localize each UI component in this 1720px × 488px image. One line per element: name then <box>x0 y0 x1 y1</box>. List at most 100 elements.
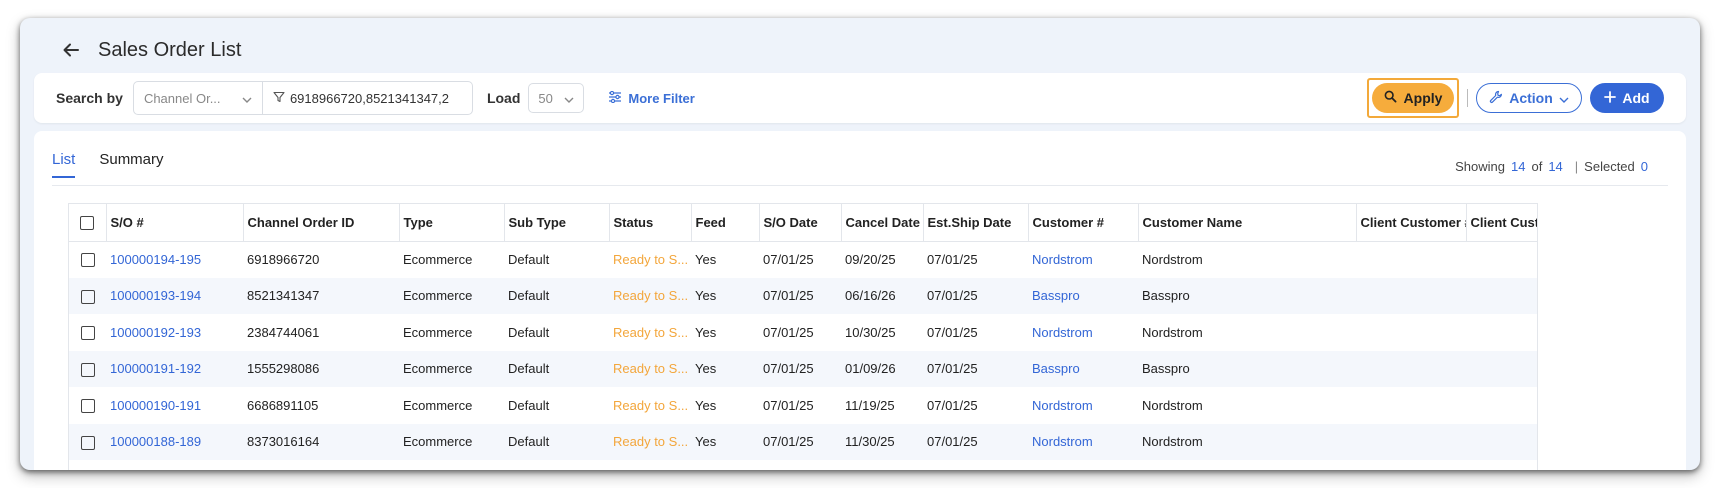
empty-cell <box>1356 314 1466 351</box>
row-select-cell[interactable] <box>69 423 106 460</box>
so-number-link[interactable]: 100000190-191 <box>106 387 243 424</box>
order-type: Ecommerce <box>399 277 504 314</box>
column-header[interactable]: Client Customer # <box>1356 204 1467 242</box>
table-header-row: S/O # Channel Order ID Type Sub Type Sta… <box>69 204 1537 242</box>
column-header[interactable]: Customer # <box>1028 204 1139 242</box>
so-number-link[interactable]: 100000194-195 <box>106 241 243 278</box>
apply-button[interactable]: Apply <box>1372 83 1454 113</box>
so-date: 07/01/25 <box>759 423 841 460</box>
orders-table: S/O # Channel Order ID Type Sub Type Sta… <box>68 203 1538 470</box>
order-type: Ecommerce <box>403 397 473 413</box>
order-sub-type: Default <box>508 397 550 413</box>
table-row[interactable]: 100000188-189 8373016164 Ecommerce Default R… <box>69 423 1537 460</box>
more-filter-button[interactable]: More Filter <box>608 90 695 106</box>
table-row[interactable]: 100000193-194 8521341347 Ecommerce Default R… <box>69 277 1537 314</box>
row-select-cell[interactable] <box>69 314 106 351</box>
row-checkbox[interactable] <box>80 253 95 268</box>
empty-cell <box>1356 350 1466 387</box>
order-status: Ready to S... <box>613 252 689 267</box>
so-number-link[interactable]: 100000192-193 <box>106 314 243 351</box>
load-select-value: 50 <box>538 90 553 106</box>
order-sub-type: Default <box>508 324 550 340</box>
est-ship-date: 07/01/25 <box>927 252 978 267</box>
empty-cell <box>1466 277 1537 314</box>
table-row[interactable]: 100000191-192 1555298086 Ecommerce Default R… <box>69 350 1537 387</box>
back-arrow-icon[interactable] <box>60 39 82 61</box>
tab-list[interactable]: List <box>52 151 76 178</box>
order-status: Ready to S... <box>613 324 689 340</box>
channel-order-id: 8373016164 <box>243 423 399 460</box>
table-row[interactable]: 100000190-191 6686891105 Ecommerce Default R… <box>69 387 1537 424</box>
list-panel: List Summary Showing 14 of 14 | Selected… <box>34 131 1686 470</box>
row-checkbox[interactable] <box>80 362 95 377</box>
column-header[interactable]: Feed <box>691 204 760 242</box>
so-number-link[interactable]: 100000188-189 <box>106 423 243 460</box>
so-date: 07/01/25 <box>763 252 814 267</box>
so-date: 07/01/25 <box>759 350 841 387</box>
row-checkbox[interactable] <box>80 399 95 414</box>
column-header[interactable]: Customer Name <box>1138 204 1357 242</box>
customer-number-link[interactable]: Basspro <box>1028 277 1138 314</box>
selected-label: Selected <box>1584 159 1635 174</box>
cancel-date: 09/20/25 <box>845 252 896 267</box>
filter-input-value: 6918966720,8521341347,2 <box>289 90 449 106</box>
channel-field-select[interactable]: Channel Or... <box>132 81 263 115</box>
of-label: of <box>1531 159 1543 174</box>
row-checkbox[interactable] <box>80 326 95 341</box>
order-type: Ecommerce <box>399 350 504 387</box>
channel-order-id: 8521341347 <box>243 277 399 314</box>
action-button[interactable]: Action <box>1476 83 1582 113</box>
est-ship-date: 07/01/25 <box>923 423 1028 460</box>
empty-cell <box>1466 423 1537 460</box>
column-header[interactable]: Sub Type <box>504 204 610 242</box>
est-ship-date: 07/01/25 <box>923 350 1028 387</box>
header-select-all[interactable] <box>69 204 107 242</box>
column-header[interactable]: Status <box>609 204 692 242</box>
customer-number-link[interactable]: Basspro <box>1028 350 1138 387</box>
tabs-divider <box>52 185 1668 186</box>
add-label: Add <box>1622 90 1650 106</box>
order-status: Ready to S... <box>613 397 689 413</box>
feed-flag: Yes <box>695 252 717 267</box>
row-select-cell[interactable] <box>69 387 106 424</box>
column-header[interactable]: Type <box>399 204 505 242</box>
order-sub-type: Default <box>508 252 550 267</box>
cancel-date: 11/30/25 <box>841 423 923 460</box>
row-select-cell[interactable] <box>69 241 106 278</box>
column-header[interactable]: Est.Ship Date <box>923 204 1029 242</box>
column-header[interactable]: S/O # <box>106 204 244 242</box>
column-header[interactable]: Cancel Date <box>841 204 924 242</box>
customer-number-link[interactable]: Nordstrom <box>1028 423 1138 460</box>
search-by-label: Search by <box>56 90 123 106</box>
search-icon <box>1384 90 1397 106</box>
add-button[interactable]: Add <box>1590 83 1664 113</box>
order-type: Ecommerce <box>403 252 473 267</box>
so-number-link[interactable]: 100000193-194 <box>106 277 243 314</box>
row-checkbox[interactable] <box>80 435 95 450</box>
row-select-cell[interactable] <box>69 350 106 387</box>
row-select-cell[interactable] <box>69 277 106 314</box>
customer-number-link[interactable]: Nordstrom <box>1028 387 1138 424</box>
so-number-link[interactable]: 100000191-192 <box>106 350 243 387</box>
empty-cell <box>1466 314 1537 351</box>
order-status: Ready to S... <box>609 423 691 460</box>
load-count-select[interactable]: 50 <box>528 83 585 113</box>
row-checkbox[interactable] <box>80 289 95 304</box>
chevron-down-icon <box>1559 90 1569 106</box>
apply-label: Apply <box>1403 90 1443 106</box>
summary-divider: | <box>1574 159 1579 174</box>
customer-number-link[interactable]: Nordstrom <box>1028 314 1138 351</box>
table-row[interactable]: 100000192-193 2384744061 Ecommerce Default R… <box>69 314 1537 351</box>
column-header[interactable]: Channel Order ID <box>243 204 400 242</box>
customer-number-link[interactable]: Nordstrom <box>1028 241 1138 278</box>
search-filter-input[interactable]: 6918966720,8521341347,2 <box>262 81 473 115</box>
order-sub-type: Default <box>504 423 609 460</box>
page-title: Sales Order List <box>98 38 242 61</box>
tab-summary[interactable]: Summary <box>99 151 163 178</box>
table-row[interactable]: 100000194-195 6918966720 Ecommerce Default R… <box>69 241 1537 278</box>
column-header[interactable]: Client Customer Name <box>1466 204 1537 242</box>
empty-cell <box>1466 241 1537 278</box>
select-all-checkbox[interactable] <box>80 216 95 231</box>
order-status: Ready to S... <box>609 277 691 314</box>
column-header[interactable]: S/O Date <box>759 204 842 242</box>
